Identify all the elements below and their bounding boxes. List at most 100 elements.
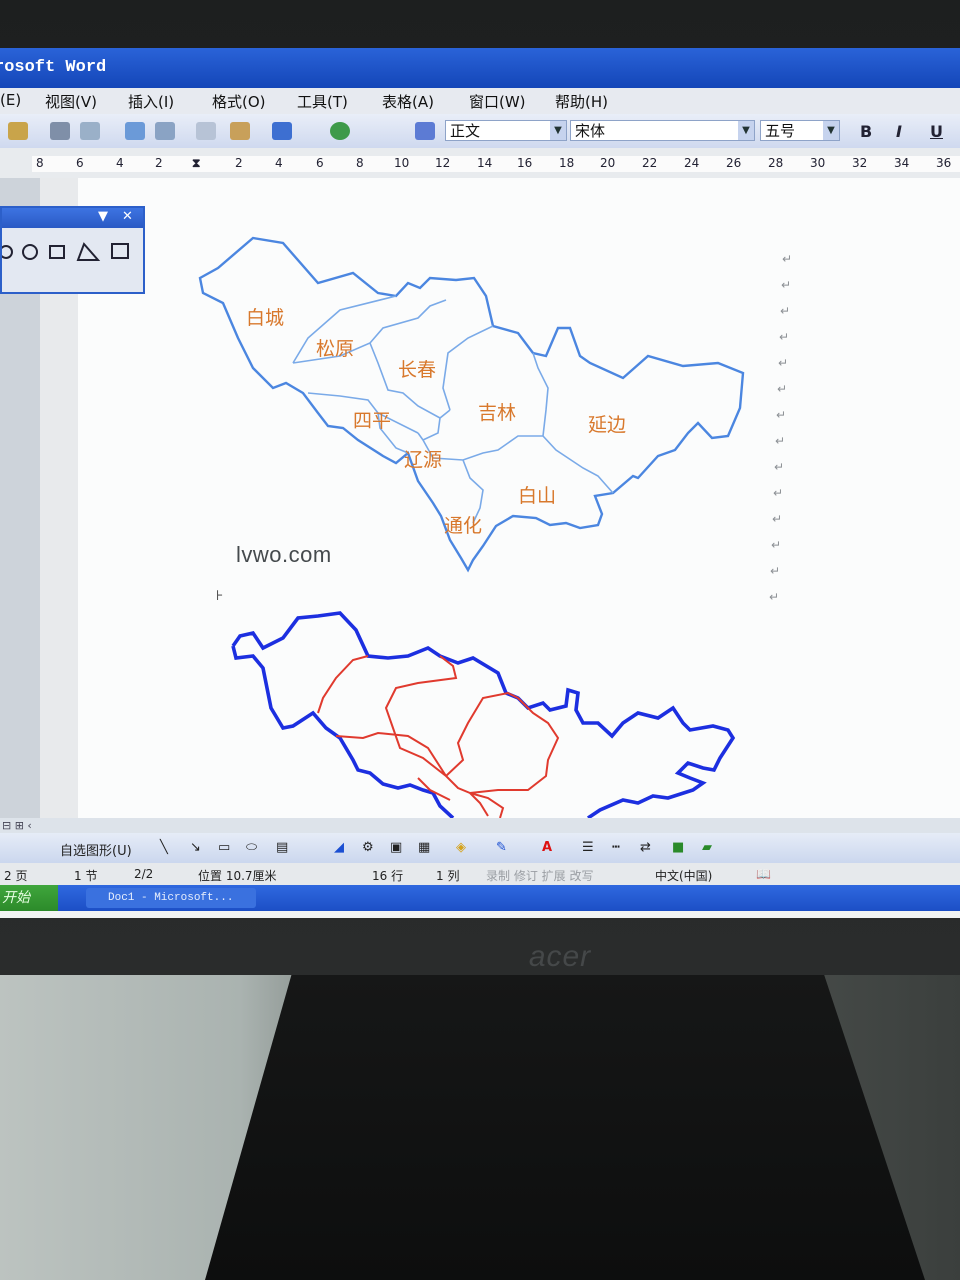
document-page[interactable]: 白城 松原 长春 四平 吉林 延边 辽源 白山 通化 lvwo.com ↵ ↵ …	[78, 178, 960, 818]
undo-icon[interactable]	[272, 122, 292, 140]
indent-marker[interactable]: ⧗	[192, 156, 200, 171]
map-label-siping: 四平	[353, 410, 392, 432]
textbox-icon[interactable]: ▤	[276, 840, 288, 855]
shadow-icon[interactable]: ■	[672, 840, 684, 855]
menu-table[interactable]: 表格(A)	[382, 91, 434, 112]
chevron-down-icon[interactable]: ▼	[550, 121, 566, 140]
paste-icon[interactable]	[230, 122, 250, 140]
monitor-brand-logo: acer	[528, 940, 592, 973]
ruler-number: 14	[477, 156, 493, 170]
font-select[interactable]: 宋体 ▼	[570, 120, 755, 141]
styles-pane-icon[interactable]	[415, 122, 435, 140]
floating-toolbar-icons	[2, 242, 129, 261]
ruler-number: 34	[894, 156, 910, 170]
map-label-baicheng: 白城	[246, 307, 285, 329]
ruler-number: 18	[559, 156, 575, 170]
chevron-down-icon[interactable]: ▼	[98, 209, 108, 224]
font-color-icon[interactable]: A	[542, 840, 552, 855]
status-modes[interactable]: 录制 修订 扩展 改写	[486, 867, 593, 884]
menu-format[interactable]: 格式(O)	[212, 91, 266, 112]
menu-window[interactable]: 窗口(W)	[469, 91, 526, 112]
paragraph-mark: ↵	[777, 382, 788, 396]
menu-view[interactable]: 视图(V)	[45, 91, 97, 112]
permission-icon[interactable]	[8, 122, 28, 140]
clipart-icon[interactable]: ▣	[390, 840, 402, 855]
ruler-number: 28	[768, 156, 784, 170]
ungroup-icon	[49, 245, 65, 259]
print-preview-icon[interactable]	[80, 122, 100, 140]
standard-toolbar: 正文 ▼ 宋体 ▼ 五号 ▼ B I U	[0, 114, 960, 149]
status-column: 1 列	[436, 869, 460, 883]
wordart-icon[interactable]: ◢	[334, 840, 344, 855]
hyperlink-icon[interactable]	[330, 122, 350, 140]
autoshapes-button[interactable]: 自选图形(U)	[60, 840, 132, 859]
text-cursor[interactable]: ⊦	[216, 588, 223, 604]
diagram-icon[interactable]: ⚙	[362, 840, 374, 855]
font-size-select[interactable]: 五号 ▼	[760, 120, 840, 141]
arrow-style-icon[interactable]: ⇄	[640, 840, 651, 855]
map-label-yanbian: 延边	[588, 414, 627, 436]
dash-style-icon[interactable]: ┅	[612, 840, 620, 855]
paragraph-mark: ↵	[778, 356, 789, 370]
research-icon[interactable]	[155, 122, 175, 140]
watermark-text: lvwo.com	[236, 542, 332, 567]
upper-map-borders	[292, 295, 614, 524]
floating-toolbar[interactable]: ▼ ✕	[0, 206, 145, 294]
print-icon[interactable]	[50, 122, 70, 140]
menu-edit[interactable]: (E)	[0, 91, 21, 109]
map-label-songyuan: 松原	[316, 338, 355, 360]
italic-button[interactable]: I	[896, 122, 902, 141]
3d-icon[interactable]: ▰	[702, 840, 712, 855]
taskbar-item-word[interactable]: Doc1 - Microsoft...	[86, 888, 256, 908]
chevron-down-icon[interactable]: ▼	[823, 121, 839, 140]
bold-button[interactable]: B	[860, 122, 872, 141]
chevron-down-icon[interactable]: ▼	[738, 121, 754, 140]
line-icon[interactable]: ╲	[160, 840, 168, 855]
line-style-icon[interactable]: ☰	[582, 840, 594, 855]
spelling-icon[interactable]	[125, 122, 145, 140]
style-select[interactable]: 正文 ▼	[445, 120, 567, 141]
ruler-number: 32	[852, 156, 868, 170]
underline-button[interactable]: U	[930, 122, 943, 141]
taskbar: 开始 Doc1 - Microsoft...	[0, 885, 960, 911]
fill-color-icon[interactable]: ◈	[456, 840, 466, 855]
map-label-changchun: 长春	[398, 359, 437, 381]
map-label-tonghua: 通化	[444, 515, 483, 537]
font-size-value: 五号	[765, 122, 796, 140]
ruler-number: 4	[275, 156, 283, 170]
close-icon[interactable]: ✕	[122, 209, 133, 224]
status-bar: 2 页 1 节 2/2 位置 10.7厘米 16 行 1 列 录制 修订 扩展 …	[0, 863, 960, 885]
menu-insert[interactable]: 插入(I)	[128, 91, 174, 112]
view-icon[interactable]: ⊟ ⊞ ‹	[2, 819, 32, 832]
status-section: 1 节	[74, 869, 98, 883]
view-buttons-row[interactable]: ⊟ ⊞ ‹	[0, 818, 960, 833]
arrow-icon[interactable]: ↘	[190, 840, 201, 855]
horizontal-ruler[interactable]: 8 6 4 2 ⧗ 2 4 6 8 10 12 14 16 18 20 22 2…	[0, 148, 960, 179]
paragraph-mark: ↵	[773, 486, 784, 500]
style-select-value: 正文	[450, 122, 481, 140]
copy-icon[interactable]	[196, 122, 216, 140]
ruler-number: 12	[435, 156, 451, 170]
ruler-number: 10	[394, 156, 410, 170]
status-position: 位置 10.7厘米	[198, 869, 277, 883]
ruler-number: 6	[76, 156, 84, 170]
floating-toolbar-titlebar[interactable]: ▼ ✕	[2, 208, 143, 228]
rectangle-icon[interactable]: ▭	[218, 840, 230, 855]
picture-icon[interactable]: ▦	[418, 840, 430, 855]
group-icon	[22, 244, 38, 260]
menu-help[interactable]: 帮助(H)	[555, 91, 608, 112]
menu-tools[interactable]: 工具(T)	[297, 91, 348, 112]
ruler-number: 22	[642, 156, 658, 170]
line-color-icon[interactable]: ✎	[496, 840, 507, 855]
oval-icon[interactable]: ⬭	[246, 840, 257, 855]
lower-map-borders	[317, 655, 560, 818]
ruler-number: 2	[155, 156, 163, 170]
status-language: 中文(中国)	[655, 869, 713, 883]
align-icon	[76, 242, 101, 261]
start-button[interactable]: 开始	[0, 885, 58, 911]
paragraph-mark: ↵	[776, 408, 787, 422]
menu-bar: (E) 视图(V) 插入(I) 格式(O) 工具(T) 表格(A) 窗口(W) …	[0, 88, 960, 114]
status-line: 16 行	[372, 869, 404, 883]
paragraph-mark: ↵	[779, 330, 790, 344]
spelling-status-icon[interactable]: 📖	[756, 867, 771, 881]
